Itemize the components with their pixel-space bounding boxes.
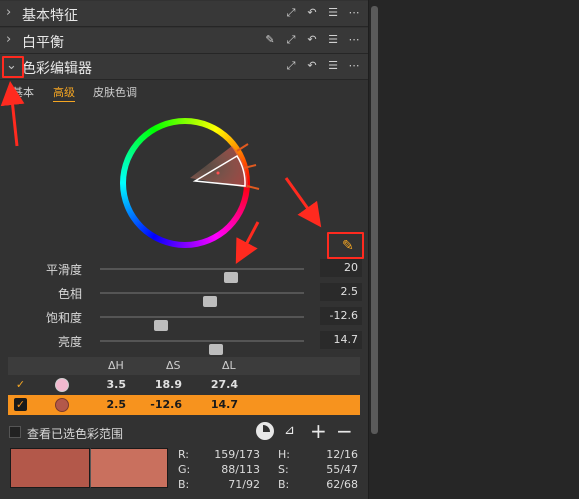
bv-label: B:: [278, 478, 290, 491]
scrollbar[interactable]: [368, 0, 380, 499]
b-label: B:: [178, 478, 190, 491]
cell-dh: 2.5: [106, 398, 127, 411]
reset-icon[interactable]: ↶: [306, 60, 318, 72]
table-row-selected[interactable]: ✓ 2.5 -12.6 14.7: [8, 395, 360, 415]
slider-lightness: 亮度 14.7: [0, 331, 368, 355]
color-swatch: [55, 398, 69, 412]
list-icon[interactable]: ☰: [327, 7, 339, 19]
reset-icon[interactable]: ↶: [306, 34, 318, 46]
slider-value[interactable]: 20: [320, 259, 362, 277]
cell-dl: 14.7: [210, 398, 238, 411]
s-value: 55/47: [326, 463, 358, 476]
slider-thumb[interactable]: [209, 344, 224, 355]
cell-dh: 3.5: [106, 378, 127, 391]
slider-smoothness: 平滑度 20: [0, 259, 368, 283]
list-icon[interactable]: ☰: [327, 60, 339, 72]
scroll-thumb[interactable]: [371, 6, 378, 434]
section-wb-header[interactable]: › 白平衡 ✎ ⤢ ↶ ☰ ⋯: [0, 28, 368, 54]
section-title: 白平衡: [22, 35, 64, 51]
range-handle[interactable]: [236, 143, 249, 152]
slider-thumb[interactable]: [154, 320, 169, 331]
section-title: 色彩编辑器: [22, 61, 92, 77]
check-icon[interactable]: ✓: [14, 398, 27, 411]
sector-picker-icon[interactable]: ⊿: [284, 423, 295, 438]
section-title: 基本特征: [22, 8, 78, 24]
color-table-header: ΔH ΔS ΔL: [8, 357, 360, 375]
color-point: [216, 171, 220, 175]
after-swatch: [90, 448, 168, 488]
view-selected-checkbox[interactable]: [9, 426, 21, 438]
section-basic-header[interactable]: › 基本特征 ⤢ ↶ ☰ ⋯: [0, 1, 368, 27]
g-label: G:: [178, 463, 191, 476]
slider-thumb[interactable]: [223, 272, 238, 283]
chevron-right-icon[interactable]: ›: [6, 33, 18, 47]
range-handle[interactable]: [246, 185, 260, 190]
range-toolbar: 查看已选色彩范围 ⊿ + −: [0, 419, 368, 443]
slider-track[interactable]: [100, 292, 304, 307]
adjustments-panel: › 基本特征 ⤢ ↶ ☰ ⋯ › 白平衡 ✎ ⤢ ↶ ☰ ⋯ ⌄ 色彩编辑器 ⤢…: [0, 0, 368, 499]
slider-saturation: 饱和度 -12.6: [0, 307, 368, 331]
slider-hue: 色相 2.5: [0, 283, 368, 307]
eyedropper-icon[interactable]: ✎: [264, 34, 276, 46]
cell-ds: -12.6: [150, 398, 182, 411]
table-row[interactable]: ✓ 3.5 18.9 27.4: [8, 375, 360, 395]
tab-advanced[interactable]: 高级: [53, 84, 75, 102]
slider-value[interactable]: -12.6: [320, 307, 362, 325]
before-swatch: [10, 448, 90, 488]
color-wheel[interactable]: [120, 118, 260, 248]
remove-icon[interactable]: −: [336, 419, 353, 443]
copy-icon[interactable]: ⤢: [285, 7, 297, 19]
color-readout: R: G: B: 159/173 88/113 71/92 H: S: B: 1…: [8, 446, 360, 494]
slider-value[interactable]: 2.5: [320, 283, 362, 301]
slider-track[interactable]: [100, 340, 304, 355]
background-area: [380, 0, 579, 499]
cell-dl: 27.4: [210, 378, 238, 391]
h-label: H:: [278, 448, 290, 461]
more-icon[interactable]: ⋯: [348, 34, 360, 46]
header-ds: ΔS: [166, 359, 181, 372]
r-value: 159/173: [214, 448, 260, 461]
annotation-box-collapse: [2, 56, 24, 78]
tab-basic[interactable]: 基本: [12, 84, 34, 100]
slider-track[interactable]: [100, 268, 304, 283]
slider-label: 平滑度: [45, 263, 82, 277]
add-icon[interactable]: +: [310, 419, 327, 443]
cell-ds: 18.9: [154, 378, 182, 391]
color-range-selector[interactable]: [120, 118, 270, 248]
header-dh: ΔH: [108, 359, 124, 372]
chevron-right-icon[interactable]: ›: [6, 6, 18, 20]
reset-icon[interactable]: ↶: [306, 7, 318, 19]
more-icon[interactable]: ⋯: [348, 60, 360, 72]
bv-value: 62/68: [326, 478, 358, 491]
g-value: 88/113: [221, 463, 260, 476]
header-dl: ΔL: [222, 359, 236, 372]
list-icon[interactable]: ☰: [327, 34, 339, 46]
tab-bar: 基本 高级 皮肤色调: [0, 83, 368, 102]
s-label: S:: [278, 463, 289, 476]
copy-icon[interactable]: ⤢: [285, 34, 297, 46]
h-value: 12/16: [326, 448, 358, 461]
slider-label: 饱和度: [45, 311, 82, 325]
more-icon[interactable]: ⋯: [348, 7, 360, 19]
tab-skin-tone[interactable]: 皮肤色调: [93, 84, 137, 100]
r-label: R:: [178, 448, 190, 461]
section-color-editor-header[interactable]: ⌄ 色彩编辑器 ⤢ ↶ ☰ ⋯: [0, 54, 368, 80]
pie-icon[interactable]: [256, 422, 274, 440]
view-selected-label: 查看已选色彩范围: [27, 427, 124, 441]
slider-track[interactable]: [100, 316, 304, 331]
slider-value[interactable]: 14.7: [320, 331, 362, 349]
color-swatch: [55, 378, 69, 392]
slider-label: 色相: [57, 287, 82, 301]
range-handle[interactable]: [243, 164, 257, 169]
copy-icon[interactable]: ⤢: [285, 60, 297, 72]
slider-label: 亮度: [57, 335, 82, 349]
annotation-box-picker: [327, 232, 364, 259]
b-value: 71/92: [228, 478, 260, 491]
check-icon[interactable]: ✓: [14, 378, 27, 391]
slider-thumb[interactable]: [203, 296, 218, 307]
